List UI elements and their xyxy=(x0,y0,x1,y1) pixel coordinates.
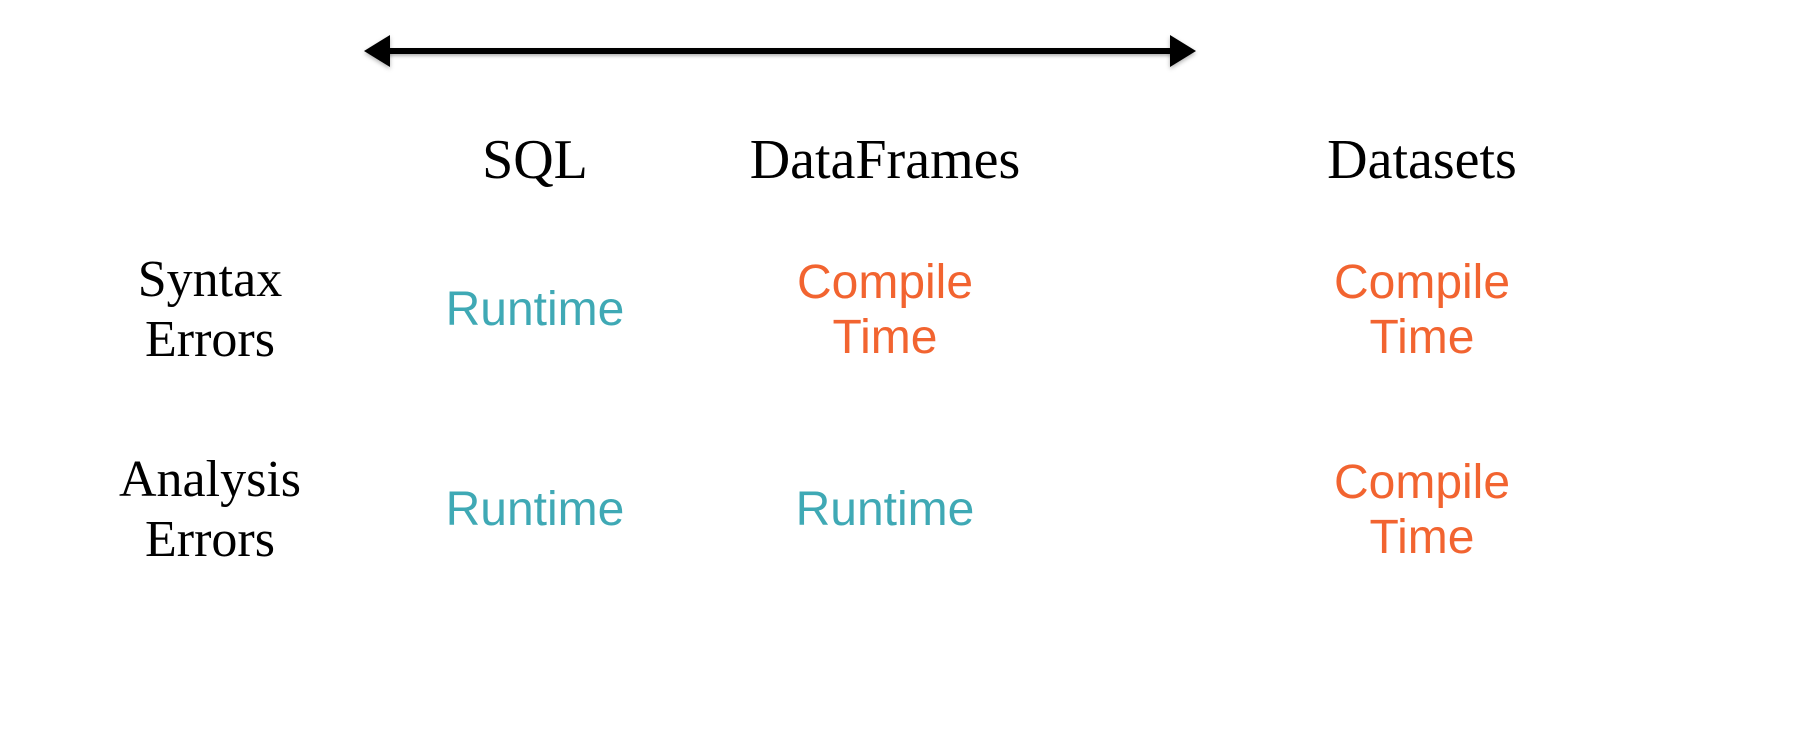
cell-syntax-datasets: CompileTime xyxy=(1080,255,1764,365)
arrow-line xyxy=(380,48,1180,54)
cell-analysis-dataframes: Runtime xyxy=(690,482,1080,537)
row-label-syntax-errors: SyntaxErrors xyxy=(40,250,380,370)
cell-analysis-sql: Runtime xyxy=(380,482,690,537)
cell-syntax-dataframes: CompileTime xyxy=(690,255,1080,365)
column-header-sql: SQL xyxy=(380,128,690,192)
row-label-analysis-errors: AnalysisErrors xyxy=(40,450,380,570)
cell-analysis-datasets: CompileTime xyxy=(1080,455,1764,565)
column-header-dataframes: DataFrames xyxy=(690,128,1080,192)
column-header-datasets: Datasets xyxy=(1080,128,1764,192)
arrow-right-icon xyxy=(1170,35,1196,67)
cell-syntax-sql: Runtime xyxy=(380,282,690,337)
spectrum-arrow xyxy=(380,30,1180,70)
comparison-table: SQL DataFrames Datasets SyntaxErrors Run… xyxy=(40,110,1764,610)
